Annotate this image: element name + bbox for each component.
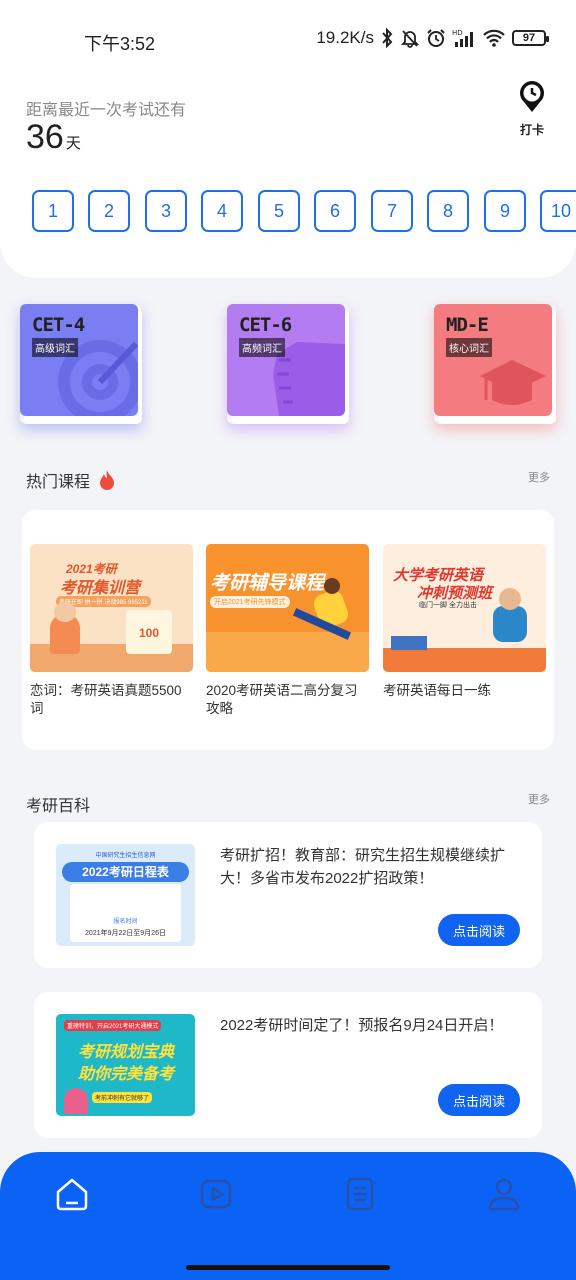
net-speed: 19.2K/s <box>316 28 374 47</box>
day-item[interactable]: 10 <box>540 190 576 232</box>
day-item[interactable]: 5 <box>258 190 300 232</box>
checkin-button[interactable]: 打卡 <box>512 80 552 138</box>
countdown-unit: 天 <box>65 135 81 152</box>
day-item[interactable]: 4 <box>201 190 243 232</box>
nav-video[interactable] <box>196 1174 236 1214</box>
hot-courses-card: 2021考研 考研集训营 考研在即 拼一拼 决战985 985211 100 恋… <box>22 510 554 750</box>
day-selector: 1 2 3 4 5 6 7 8 9 10 <box>32 190 576 234</box>
article-img-footer: 考前冲刺有它就够了 <box>92 1092 153 1103</box>
book-tag: 高频词汇 <box>239 338 285 357</box>
article-card[interactable]: 中国研究生招生信息网 2022考研日程表 报名时间 2021年9月22日至9月2… <box>34 822 542 968</box>
day-item[interactable]: 8 <box>427 190 469 232</box>
status-time: 下午3:52 <box>84 34 156 54</box>
course-img-sub: 开启2021考研先锋模式 <box>210 596 290 608</box>
book-tag: 高级词汇 <box>32 338 78 357</box>
hot-courses-title: 热门课程 <box>26 468 116 492</box>
article-img-title: 2022考研日程表 <box>62 862 189 882</box>
countdown-value: 36 <box>26 118 64 156</box>
article-thumbnail: 重磅特训，开启2021考研大通模式 考研规划宝典 助你完美备考 考前冲刺有它就够… <box>56 1014 195 1116</box>
course-img-title: 考研辅导课程 <box>210 573 325 594</box>
book-title: CET-4 <box>32 314 85 336</box>
course-item[interactable]: 大学考研英语 冲刺预测班 临门一脚 全力出击 考研英语每日一练 <box>383 544 546 700</box>
day-item[interactable]: 3 <box>145 190 187 232</box>
article-img-sub: 助你完美备考 <box>78 1066 175 1083</box>
course-img-line: 临门一脚 全力出击 <box>419 602 477 609</box>
hot-courses-more-link[interactable]: 更多 <box>528 469 550 485</box>
read-button[interactable]: 点击阅读 <box>438 914 520 946</box>
nav-list[interactable] <box>340 1174 380 1214</box>
svg-text:HD: HD <box>452 29 463 37</box>
book-cet4[interactable]: CET-4 高级词汇 <box>20 304 142 424</box>
article-card[interactable]: 重磅特训，开启2021考研大通模式 考研规划宝典 助你完美备考 考前冲刺有它就够… <box>34 992 542 1138</box>
course-item[interactable]: 考研辅导课程 开启2021考研先锋模式 2020考研英语二高分复习攻略 <box>206 544 369 718</box>
video-icon <box>200 1179 232 1209</box>
alarm-icon <box>427 29 445 47</box>
day-item[interactable]: 2 <box>88 190 130 232</box>
read-button[interactable]: 点击阅读 <box>438 1084 520 1116</box>
countdown-days: 36 天 <box>26 118 81 157</box>
wifi-icon <box>483 29 505 47</box>
course-name: 考研英语每日一练 <box>383 683 491 698</box>
profile-icon <box>488 1178 520 1211</box>
encyclopedia-more-link[interactable]: 更多 <box>528 791 550 807</box>
day-item[interactable]: 7 <box>371 190 413 232</box>
article-img-sub: 报名时间 <box>113 919 138 925</box>
countdown-label: 距离最近一次考试还有 <box>26 102 187 119</box>
home-icon <box>56 1178 88 1211</box>
nav-home[interactable] <box>52 1174 92 1214</box>
book-tag: 核心词汇 <box>446 338 492 357</box>
hot-courses-label: 热门课程 <box>26 474 91 491</box>
battery-icon: 97 <box>512 30 549 46</box>
course-thumbnail: 大学考研英语 冲刺预测班 临门一脚 全力出击 <box>383 544 546 672</box>
book-mde[interactable]: MD-E 核心词汇 <box>434 304 556 424</box>
article-img-date: 2021年9月22日至9月26日 <box>85 930 166 937</box>
article-thumbnail: 中国研究生招生信息网 2022考研日程表 报名时间 2021年9月22日至9月2… <box>56 844 195 946</box>
checkin-label: 打卡 <box>519 123 544 137</box>
course-item[interactable]: 2021考研 考研集训营 考研在即 拼一拼 决战985 985211 100 恋… <box>30 544 193 718</box>
status-icons: 19.2K/s HD 97 <box>316 28 549 48</box>
clock-pin-icon <box>520 81 544 112</box>
book-title: MD-E <box>446 314 489 336</box>
day-item[interactable]: 9 <box>484 190 526 232</box>
status-bar: 下午3:52 19.2K/s HD 97 <box>0 22 576 58</box>
bluetooth-icon <box>382 28 393 48</box>
course-thumbnail: 考研辅导课程 开启2021考研先锋模式 <box>206 544 369 672</box>
course-name: 2020考研英语二高分复习攻略 <box>206 683 358 716</box>
article-img-title: 考研规划宝典 <box>78 1044 175 1061</box>
article-text: 2022考研时间定了！预报名9月24日开启！ <box>220 1017 504 1034</box>
encyclopedia-title: 考研百科 <box>26 798 91 815</box>
signal-icon: HD <box>452 29 473 47</box>
book-title: CET-6 <box>239 314 292 336</box>
course-img-sub: 考研集训营 <box>60 580 141 597</box>
home-indicator <box>186 1265 390 1270</box>
day-item[interactable]: 6 <box>314 190 356 232</box>
fire-icon <box>100 470 115 490</box>
course-name: 恋词：考研英语真题5500词 <box>30 683 182 716</box>
bell-off-icon <box>400 30 420 48</box>
article-text: 考研扩招！教育部：研究生招生规模继续扩大！多省市发布2022扩招政策！ <box>220 847 506 887</box>
course-thumbnail: 2021考研 考研集训营 考研在即 拼一拼 决战985 985211 100 <box>30 544 193 672</box>
bottom-nav <box>0 1152 576 1280</box>
list-icon <box>346 1177 374 1211</box>
day-item[interactable]: 1 <box>32 190 74 232</box>
nav-profile[interactable] <box>484 1174 524 1214</box>
course-img-badge: 100 <box>126 610 172 654</box>
book-cet6[interactable]: CET-6 高频词汇 <box>227 304 349 424</box>
article-img-header: 中国研究生招生信息网 <box>95 853 156 859</box>
article-img-header: 重磅特训，开启2021考研大通模式 <box>64 1020 162 1031</box>
